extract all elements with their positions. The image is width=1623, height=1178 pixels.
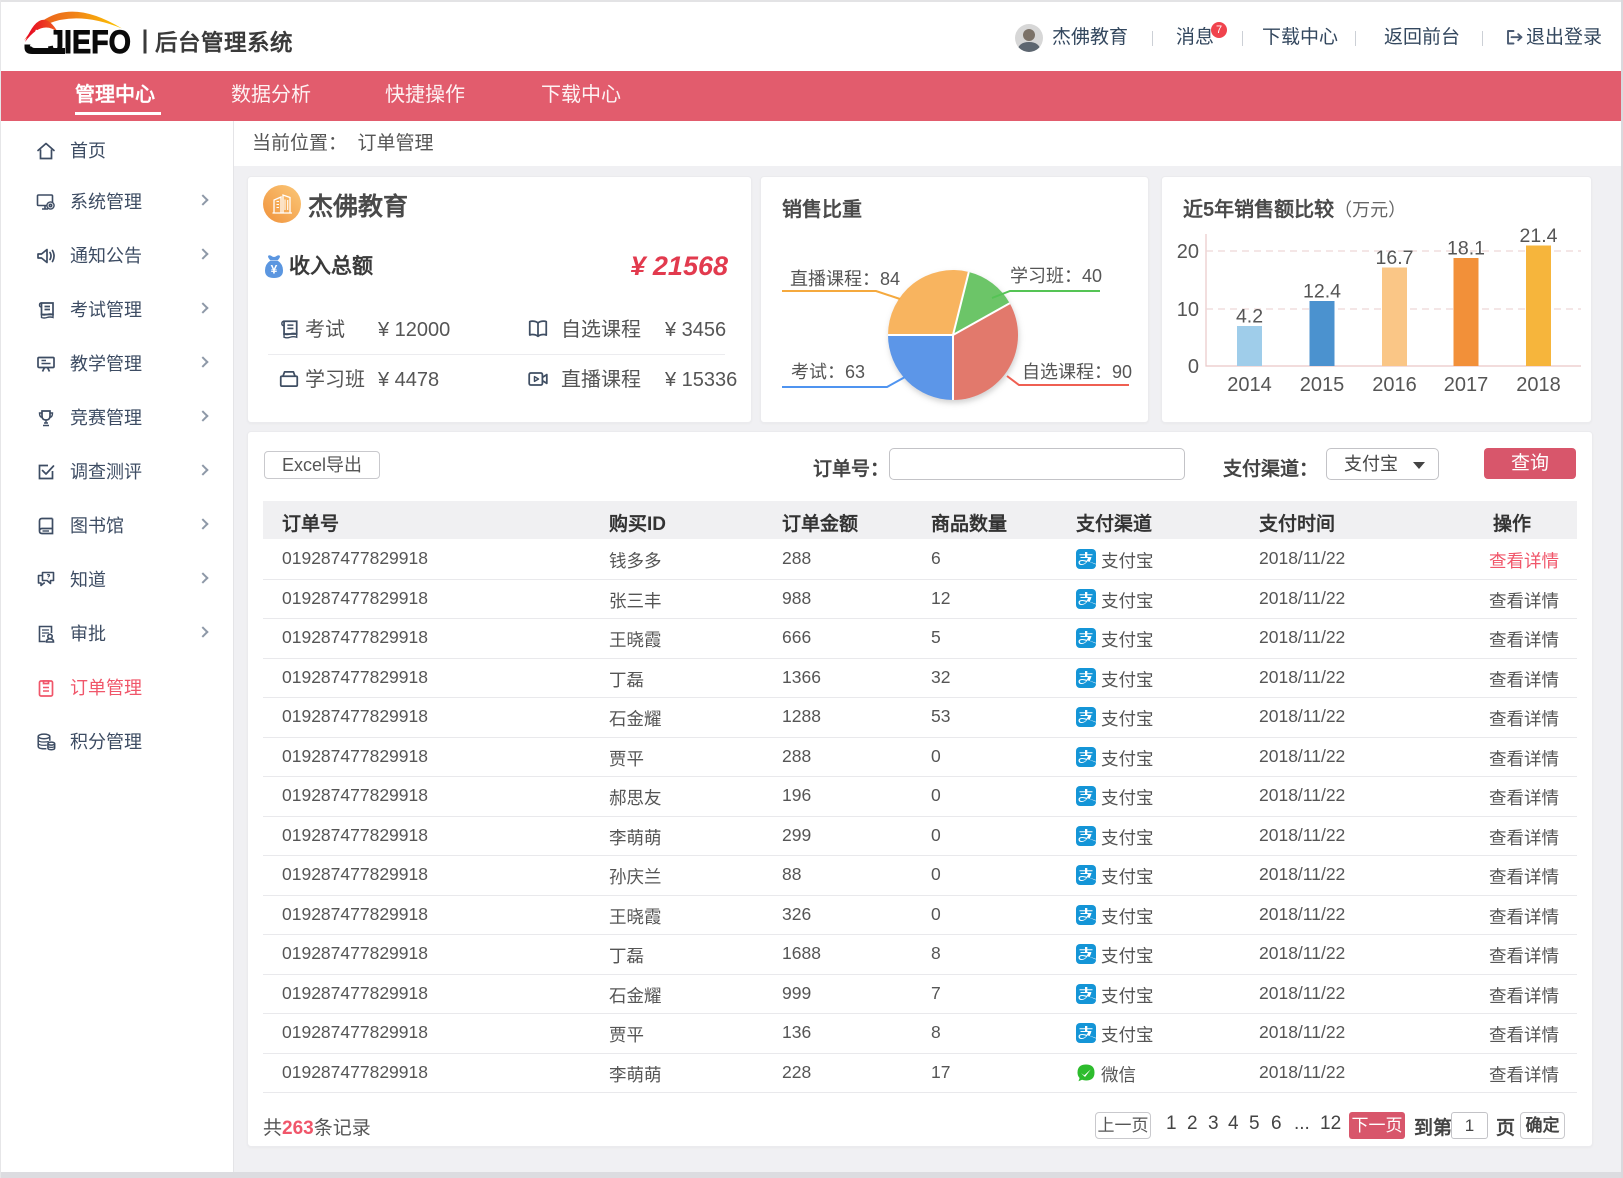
svg-text:2015: 2015 — [1300, 374, 1345, 396]
svg-text:21.4: 21.4 — [1520, 225, 1558, 247]
svg-text:2014: 2014 — [1227, 374, 1272, 396]
svg-text:18.1: 18.1 — [1447, 238, 1485, 260]
svg-text:考试：63: 考试：63 — [791, 362, 865, 382]
svg-text:2017: 2017 — [1444, 374, 1489, 396]
svg-text:自选课程：90: 自选课程：90 — [1022, 362, 1132, 382]
svg-text:20: 20 — [1177, 241, 1199, 263]
svg-text:0: 0 — [1188, 356, 1199, 378]
svg-text:学习班：40: 学习班：40 — [1010, 266, 1102, 286]
svg-text:10: 10 — [1177, 299, 1199, 321]
svg-text:2016: 2016 — [1372, 374, 1417, 396]
svg-text:JIEFO: JIEFO — [48, 24, 131, 60]
svg-text:后台管理系统: 后台管理系统 — [155, 30, 293, 56]
svg-text:直播课程：84: 直播课程：84 — [790, 269, 900, 289]
svg-text:12.4: 12.4 — [1303, 281, 1341, 303]
svg-text:2018: 2018 — [1516, 374, 1561, 396]
svg-text:¥: ¥ — [271, 263, 278, 277]
svg-text:16.7: 16.7 — [1376, 247, 1414, 269]
svg-text:4.2: 4.2 — [1236, 306, 1263, 328]
